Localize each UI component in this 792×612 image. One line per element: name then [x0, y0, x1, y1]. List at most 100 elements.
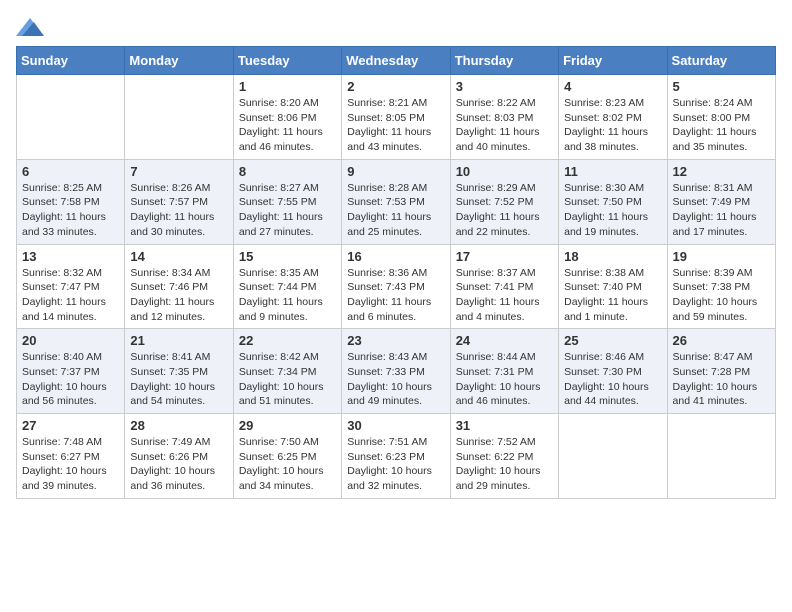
calendar-table: SundayMondayTuesdayWednesdayThursdayFrid…	[16, 46, 776, 499]
calendar-cell: 20 Sunrise: 8:40 AMSunset: 7:37 PMDayligh…	[17, 329, 125, 414]
calendar-cell	[559, 414, 667, 499]
day-number: 31	[456, 418, 553, 433]
day-info: Sunrise: 8:44 AMSunset: 7:31 PMDaylight:…	[456, 350, 553, 409]
day-info: Sunrise: 8:38 AMSunset: 7:40 PMDaylight:…	[564, 266, 661, 325]
day-number: 18	[564, 249, 661, 264]
calendar-cell: 8 Sunrise: 8:27 AMSunset: 7:55 PMDaylight…	[233, 159, 341, 244]
day-info: Sunrise: 8:47 AMSunset: 7:28 PMDaylight:…	[673, 350, 770, 409]
calendar-cell: 15 Sunrise: 8:35 AMSunset: 7:44 PMDayligh…	[233, 244, 341, 329]
day-info: Sunrise: 7:51 AMSunset: 6:23 PMDaylight:…	[347, 435, 444, 494]
day-header-wednesday: Wednesday	[342, 47, 450, 75]
day-number: 10	[456, 164, 553, 179]
calendar-cell	[667, 414, 775, 499]
logo-icon	[16, 16, 44, 38]
day-number: 13	[22, 249, 119, 264]
day-info: Sunrise: 8:32 AMSunset: 7:47 PMDaylight:…	[22, 266, 119, 325]
calendar-cell: 4 Sunrise: 8:23 AMSunset: 8:02 PMDaylight…	[559, 75, 667, 160]
calendar-cell: 5Sunrise: 8:24 AMSunset: 8:00 PMDaylight…	[667, 75, 775, 160]
week-row-3: 13 Sunrise: 8:32 AMSunset: 7:47 PMDayligh…	[17, 244, 776, 329]
calendar-cell: 23 Sunrise: 8:43 AMSunset: 7:33 PMDayligh…	[342, 329, 450, 414]
calendar-cell: 19 Sunrise: 8:39 AMSunset: 7:38 PMDayligh…	[667, 244, 775, 329]
calendar-cell: 16Sunrise: 8:36 AMSunset: 7:43 PMDayligh…	[342, 244, 450, 329]
day-info: Sunrise: 8:30 AMSunset: 7:50 PMDaylight:…	[564, 181, 661, 240]
day-number: 25	[564, 333, 661, 348]
calendar-cell: 22 Sunrise: 8:42 AMSunset: 7:34 PMDayligh…	[233, 329, 341, 414]
day-info: Sunrise: 8:29 AMSunset: 7:52 PMDaylight:…	[456, 181, 553, 240]
day-number: 2	[347, 79, 444, 94]
day-number: 28	[130, 418, 227, 433]
calendar-cell: 14 Sunrise: 8:34 AMSunset: 7:46 PMDayligh…	[125, 244, 233, 329]
day-number: 16	[347, 249, 444, 264]
day-number: 22	[239, 333, 336, 348]
calendar-cell: 6Sunrise: 8:25 AMSunset: 7:58 PMDaylight…	[17, 159, 125, 244]
calendar-cell: 24 Sunrise: 8:44 AMSunset: 7:31 PMDayligh…	[450, 329, 558, 414]
calendar-cell: 21Sunrise: 8:41 AMSunset: 7:35 PMDayligh…	[125, 329, 233, 414]
day-number: 26	[673, 333, 770, 348]
logo	[16, 16, 48, 38]
day-number: 5	[673, 79, 770, 94]
calendar-cell: 31 Sunrise: 7:52 AMSunset: 6:22 PMDayligh…	[450, 414, 558, 499]
day-info: Sunrise: 8:34 AMSunset: 7:46 PMDaylight:…	[130, 266, 227, 325]
day-info: Sunrise: 8:25 AMSunset: 7:58 PMDaylight:…	[22, 181, 119, 240]
day-header-tuesday: Tuesday	[233, 47, 341, 75]
day-info: Sunrise: 8:22 AMSunset: 8:03 PMDaylight:…	[456, 96, 553, 155]
day-number: 4	[564, 79, 661, 94]
week-row-5: 27Sunrise: 7:48 AMSunset: 6:27 PMDayligh…	[17, 414, 776, 499]
day-info: Sunrise: 8:26 AMSunset: 7:57 PMDaylight:…	[130, 181, 227, 240]
day-header-monday: Monday	[125, 47, 233, 75]
day-number: 29	[239, 418, 336, 433]
day-info: Sunrise: 8:20 AMSunset: 8:06 PMDaylight:…	[239, 96, 336, 155]
day-info: Sunrise: 7:52 AMSunset: 6:22 PMDaylight:…	[456, 435, 553, 494]
calendar-cell: 27Sunrise: 7:48 AMSunset: 6:27 PMDayligh…	[17, 414, 125, 499]
day-number: 11	[564, 164, 661, 179]
day-info: Sunrise: 8:27 AMSunset: 7:55 PMDaylight:…	[239, 181, 336, 240]
day-info: Sunrise: 7:49 AMSunset: 6:26 PMDaylight:…	[130, 435, 227, 494]
calendar-cell	[17, 75, 125, 160]
day-number: 15	[239, 249, 336, 264]
day-info: Sunrise: 8:35 AMSunset: 7:44 PMDaylight:…	[239, 266, 336, 325]
day-number: 14	[130, 249, 227, 264]
day-number: 3	[456, 79, 553, 94]
day-number: 23	[347, 333, 444, 348]
calendar-cell: 18 Sunrise: 8:38 AMSunset: 7:40 PMDayligh…	[559, 244, 667, 329]
day-info: Sunrise: 8:43 AMSunset: 7:33 PMDaylight:…	[347, 350, 444, 409]
week-row-4: 20 Sunrise: 8:40 AMSunset: 7:37 PMDayligh…	[17, 329, 776, 414]
day-number: 8	[239, 164, 336, 179]
calendar-cell: 11 Sunrise: 8:30 AMSunset: 7:50 PMDayligh…	[559, 159, 667, 244]
day-info: Sunrise: 8:42 AMSunset: 7:34 PMDaylight:…	[239, 350, 336, 409]
day-info: Sunrise: 8:39 AMSunset: 7:38 PMDaylight:…	[673, 266, 770, 325]
day-info: Sunrise: 7:50 AMSunset: 6:25 PMDaylight:…	[239, 435, 336, 494]
day-info: Sunrise: 8:21 AMSunset: 8:05 PMDaylight:…	[347, 96, 444, 155]
calendar-cell: 3 Sunrise: 8:22 AMSunset: 8:03 PMDaylight…	[450, 75, 558, 160]
day-number: 7	[130, 164, 227, 179]
day-number: 27	[22, 418, 119, 433]
week-row-2: 6Sunrise: 8:25 AMSunset: 7:58 PMDaylight…	[17, 159, 776, 244]
day-header-thursday: Thursday	[450, 47, 558, 75]
calendar-cell	[125, 75, 233, 160]
calendar-cell: 9Sunrise: 8:28 AMSunset: 7:53 PMDaylight…	[342, 159, 450, 244]
calendar-cell: 10 Sunrise: 8:29 AMSunset: 7:52 PMDayligh…	[450, 159, 558, 244]
day-number: 19	[673, 249, 770, 264]
day-info: Sunrise: 8:40 AMSunset: 7:37 PMDaylight:…	[22, 350, 119, 409]
calendar-cell: 29 Sunrise: 7:50 AMSunset: 6:25 PMDayligh…	[233, 414, 341, 499]
day-header-friday: Friday	[559, 47, 667, 75]
header-row: SundayMondayTuesdayWednesdayThursdayFrid…	[17, 47, 776, 75]
day-number: 24	[456, 333, 553, 348]
calendar-cell: 17Sunrise: 8:37 AMSunset: 7:41 PMDayligh…	[450, 244, 558, 329]
day-info: Sunrise: 8:41 AMSunset: 7:35 PMDaylight:…	[130, 350, 227, 409]
day-number: 17	[456, 249, 553, 264]
day-info: Sunrise: 8:46 AMSunset: 7:30 PMDaylight:…	[564, 350, 661, 409]
day-header-sunday: Sunday	[17, 47, 125, 75]
day-number: 20	[22, 333, 119, 348]
week-row-1: 1 Sunrise: 8:20 AMSunset: 8:06 PMDaylight…	[17, 75, 776, 160]
calendar-cell: 13 Sunrise: 8:32 AMSunset: 7:47 PMDayligh…	[17, 244, 125, 329]
day-info: Sunrise: 8:23 AMSunset: 8:02 PMDaylight:…	[564, 96, 661, 155]
calendar-cell: 28 Sunrise: 7:49 AMSunset: 6:26 PMDayligh…	[125, 414, 233, 499]
day-number: 1	[239, 79, 336, 94]
calendar-cell: 25 Sunrise: 8:46 AMSunset: 7:30 PMDayligh…	[559, 329, 667, 414]
calendar-cell: 2 Sunrise: 8:21 AMSunset: 8:05 PMDaylight…	[342, 75, 450, 160]
calendar-cell: 7 Sunrise: 8:26 AMSunset: 7:57 PMDaylight…	[125, 159, 233, 244]
day-info: Sunrise: 8:28 AMSunset: 7:53 PMDaylight:…	[347, 181, 444, 240]
calendar-cell: 1 Sunrise: 8:20 AMSunset: 8:06 PMDaylight…	[233, 75, 341, 160]
calendar-cell: 12Sunrise: 8:31 AMSunset: 7:49 PMDayligh…	[667, 159, 775, 244]
